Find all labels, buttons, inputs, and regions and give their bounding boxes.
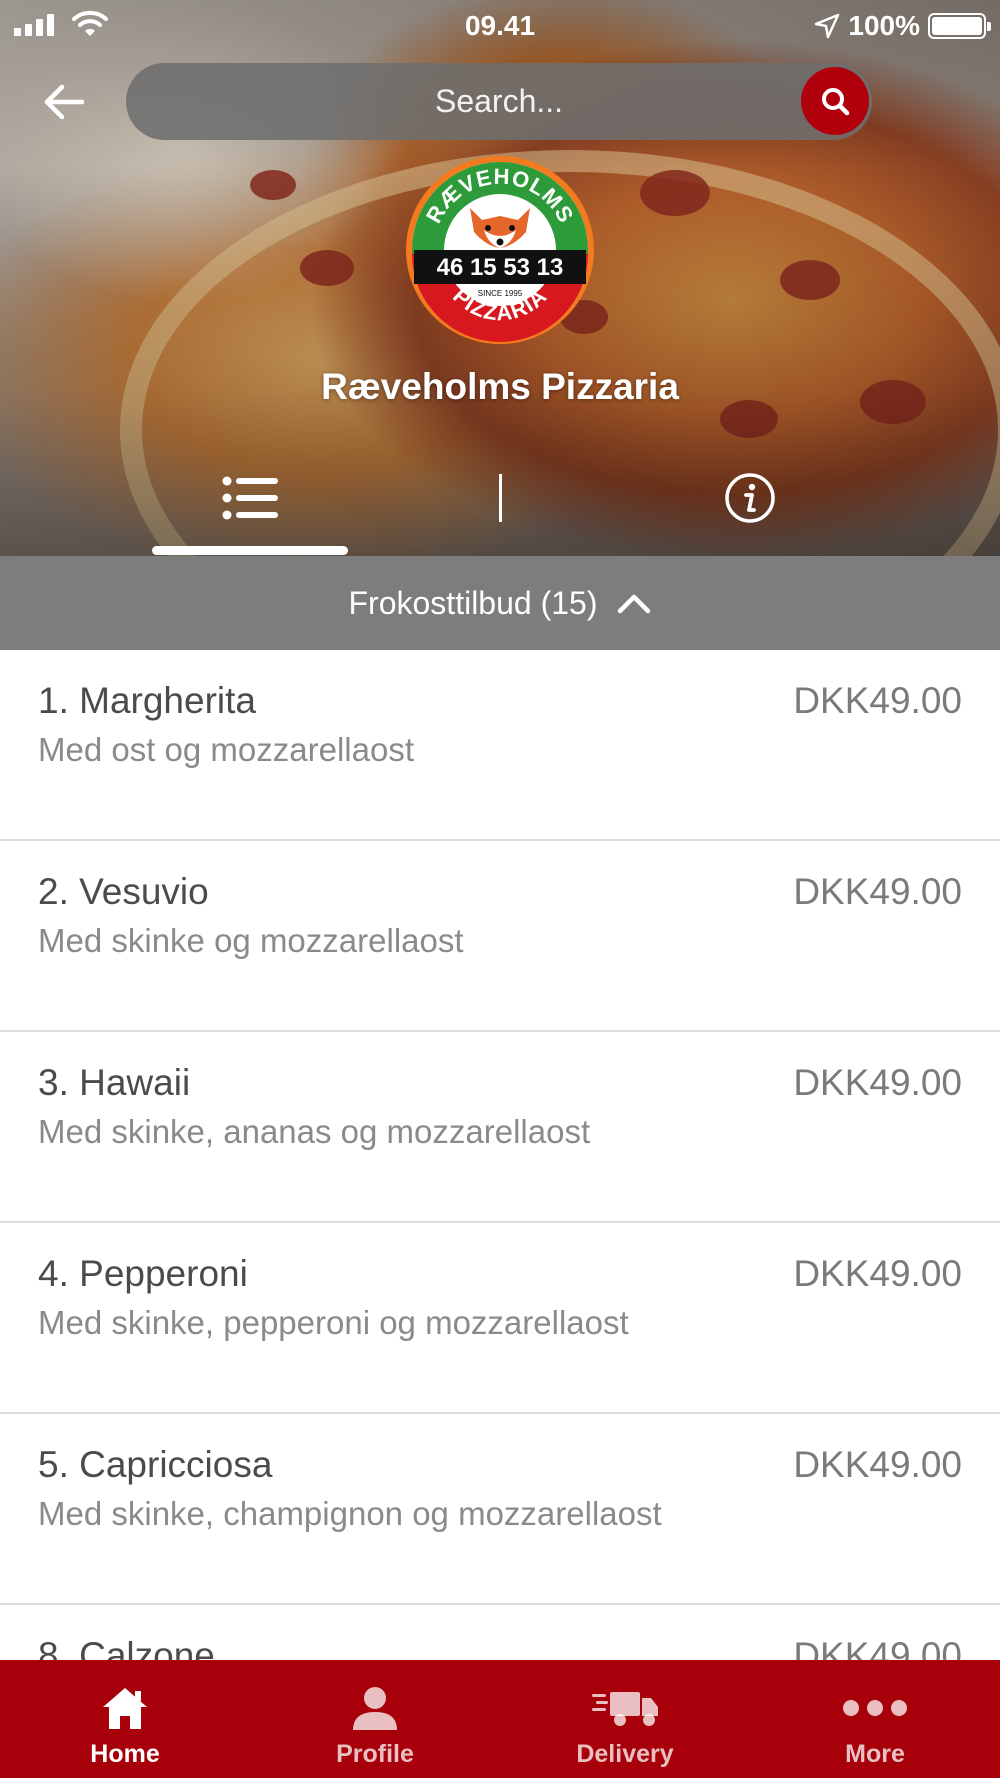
restaurant-logo: RÆVEHOLMS 46 15 53 13 SINCE 1995 PIZZARI… [406, 156, 594, 344]
category-title: Frokosttilbud (15) [348, 584, 598, 621]
menu-list: 1. Margherita Med ost og mozzarellaost D… [0, 650, 1000, 1660]
menu-item[interactable]: 8. Calzone DKK49.00 [0, 1605, 1000, 1660]
menu-item-description: Med skinke, pepperoni og mozzarellaost [38, 1304, 629, 1341]
menu-item-name: 3. Hawaii [38, 1062, 191, 1103]
bottom-navigation: Home Profile Delivery More [0, 1660, 1000, 1778]
tab-divider [499, 474, 502, 522]
status-bar: 09.41 100% [0, 0, 1000, 52]
tab-menu-list[interactable] [152, 468, 348, 556]
delivery-truck-icon [592, 1692, 658, 1726]
menu-item-price: DKK49.00 [793, 871, 962, 912]
profile-icon [353, 1687, 397, 1730]
menu-item-description: Med ost og mozzarellaost [38, 731, 415, 768]
info-icon[interactable] [724, 472, 776, 524]
menu-item-description: Med skinke, ananas og mozzarellaost [38, 1113, 591, 1150]
category-header[interactable]: Frokosttilbud (15) [0, 556, 1000, 650]
nav-label: Home [90, 1740, 160, 1768]
search-input[interactable] [126, 63, 872, 140]
menu-item-name: 1. Margherita [38, 680, 256, 721]
location-arrow-icon [815, 13, 840, 39]
menu-item-price: DKK49.00 [793, 680, 962, 721]
menu-item-price: DKK49.00 [793, 1444, 962, 1485]
nav-label: More [845, 1740, 905, 1768]
search-icon [822, 88, 850, 116]
nav-item-delivery[interactable]: Delivery [500, 1660, 750, 1778]
menu-item-name: 2. Vesuvio [38, 871, 209, 912]
search-button[interactable] [801, 67, 869, 135]
menu-item[interactable]: 3. Hawaii Med skinke, ananas og mozzarel… [0, 1032, 1000, 1223]
nav-item-profile[interactable]: Profile [250, 1660, 500, 1778]
menu-item-name: 8. Calzone [38, 1635, 215, 1660]
home-icon [103, 1688, 147, 1729]
menu-item-name: 4. Pepperoni [38, 1253, 248, 1294]
chevron-up-icon [618, 594, 651, 614]
more-dots-icon [843, 1700, 907, 1716]
menu-item[interactable]: 2. Vesuvio Med skinke og mozzarellaost D… [0, 841, 1000, 1032]
list-icon [222, 476, 278, 520]
menu-item[interactable]: 5. Capricciosa Med skinke, champignon og… [0, 1414, 1000, 1605]
battery-icon [928, 13, 991, 39]
back-button[interactable] [36, 78, 92, 126]
menu-item[interactable]: 4. Pepperoni Med skinke, pepperoni og mo… [0, 1223, 1000, 1414]
battery-percentage: 100% [848, 10, 920, 41]
menu-item-price: DKK49.00 [793, 1635, 962, 1660]
nav-item-home[interactable]: Home [0, 1660, 250, 1778]
menu-item-price: DKK49.00 [793, 1253, 962, 1294]
menu-item-description: Med skinke, champignon og mozzarellaost [38, 1495, 662, 1532]
back-arrow-icon [44, 84, 85, 120]
search-bar [126, 63, 872, 140]
nav-label: Profile [336, 1740, 414, 1768]
menu-item-description: Med skinke og mozzarellaost [38, 922, 464, 959]
logo-phone: 46 15 53 13 [437, 254, 564, 281]
menu-item-name: 5. Capricciosa [38, 1444, 273, 1485]
active-tab-indicator [152, 546, 348, 555]
nav-item-more[interactable]: More [750, 1660, 1000, 1778]
restaurant-name: Ræveholms Pizzaria [321, 366, 679, 407]
logo-since: SINCE 1995 [478, 289, 523, 298]
menu-item[interactable]: 1. Margherita Med ost og mozzarellaost D… [0, 650, 1000, 841]
nav-label: Delivery [576, 1740, 674, 1768]
menu-item-price: DKK49.00 [793, 1062, 962, 1103]
